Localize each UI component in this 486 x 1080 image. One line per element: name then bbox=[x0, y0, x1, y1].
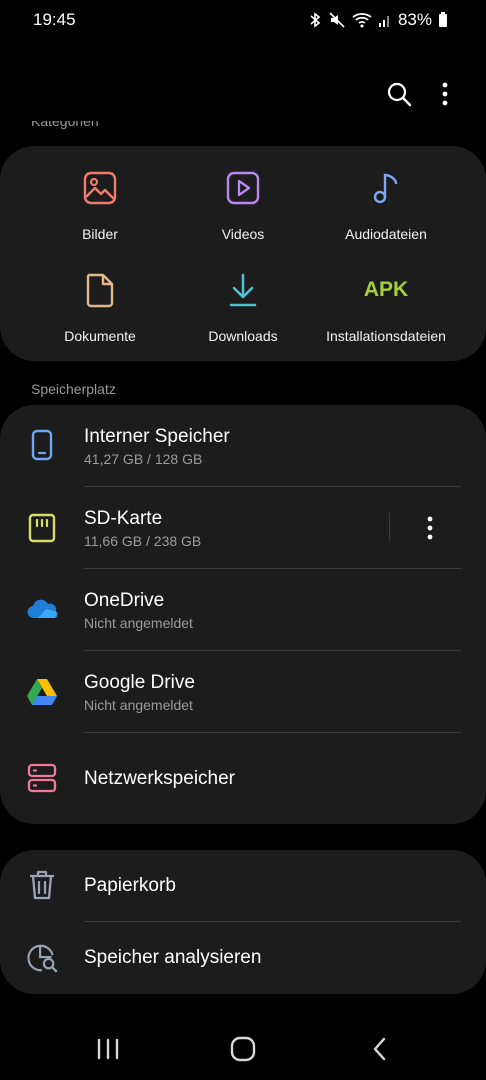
apk-icon: APK bbox=[363, 278, 409, 301]
status-icons: 83% bbox=[308, 10, 448, 30]
phone-icon bbox=[31, 429, 53, 461]
category-videos[interactable]: Videos bbox=[162, 168, 324, 242]
category-documents[interactable]: Dokumente bbox=[19, 270, 181, 344]
back-icon bbox=[373, 1037, 386, 1061]
storage-item-sd-card[interactable]: SD-Karte 11,66 GB / 238 GB bbox=[0, 487, 486, 569]
network-storage-icon bbox=[27, 763, 57, 793]
audio-icon bbox=[373, 173, 398, 204]
more-options-icon bbox=[427, 516, 433, 540]
category-label: Dokumente bbox=[64, 328, 136, 344]
search-button[interactable] bbox=[379, 74, 419, 114]
storage-status: Nicht angemeldet bbox=[84, 615, 193, 631]
tool-title: Speicher analysieren bbox=[84, 947, 262, 968]
document-icon bbox=[86, 273, 114, 308]
bluetooth-icon bbox=[310, 12, 321, 28]
signal-icon bbox=[378, 16, 389, 27]
storage-title: SD-Karte bbox=[84, 508, 163, 529]
category-audio[interactable]: Audiodateien bbox=[305, 168, 467, 242]
recent-apps-button[interactable] bbox=[83, 1029, 133, 1069]
storage-card: Interner Speicher 41,27 GB / 128 GB SD-K… bbox=[0, 405, 486, 824]
onedrive-icon bbox=[27, 599, 58, 619]
wifi-icon bbox=[352, 13, 372, 28]
battery-icon bbox=[439, 12, 447, 27]
storage-title: OneDrive bbox=[84, 590, 165, 611]
tool-item-analyze-storage[interactable]: Speicher analysieren bbox=[0, 922, 486, 994]
mute-icon bbox=[329, 12, 345, 28]
trash-icon bbox=[30, 870, 54, 900]
category-installation-files[interactable]: APK Installationsdateien bbox=[305, 270, 467, 344]
tools-card: Papierkorb Speicher analysieren bbox=[0, 850, 486, 994]
storage-status: Nicht angemeldet bbox=[84, 697, 193, 713]
battery-percent: 83% bbox=[397, 10, 432, 29]
categories-card: Bilder Videos Audiodateien Dokumente Dow… bbox=[0, 146, 486, 361]
tool-item-trash[interactable]: Papierkorb bbox=[0, 850, 486, 921]
image-icon bbox=[83, 171, 117, 205]
storage-item-google-drive[interactable]: Google Drive Nicht angemeldet bbox=[0, 651, 486, 733]
video-icon bbox=[226, 171, 260, 205]
home-button[interactable] bbox=[218, 1029, 268, 1069]
vertical-separator bbox=[389, 513, 390, 541]
category-images[interactable]: Bilder bbox=[19, 168, 181, 242]
sd-card-more-button[interactable] bbox=[410, 508, 450, 548]
category-label: Bilder bbox=[82, 226, 118, 242]
storage-title: Interner Speicher bbox=[84, 426, 230, 447]
category-label: Downloads bbox=[208, 328, 278, 344]
category-label: Audiodateien bbox=[345, 226, 427, 242]
home-icon bbox=[230, 1036, 256, 1062]
categories-header: Kategorien bbox=[31, 121, 99, 129]
storage-item-internal[interactable]: Interner Speicher 41,27 GB / 128 GB bbox=[0, 405, 486, 487]
back-button[interactable] bbox=[355, 1029, 405, 1069]
tool-title: Papierkorb bbox=[84, 875, 176, 896]
google-drive-icon bbox=[27, 679, 57, 705]
recent-apps-icon bbox=[97, 1038, 119, 1060]
category-label: Installationsdateien bbox=[326, 328, 446, 344]
storage-title: Google Drive bbox=[84, 672, 195, 693]
more-options-icon bbox=[442, 82, 448, 106]
category-downloads[interactable]: Downloads bbox=[162, 270, 324, 344]
download-icon bbox=[229, 273, 257, 307]
storage-item-onedrive[interactable]: OneDrive Nicht angemeldet bbox=[0, 569, 486, 651]
analyze-storage-icon bbox=[27, 944, 58, 973]
storage-item-network[interactable]: Netzwerkspeicher bbox=[0, 733, 486, 824]
storage-usage: 41,27 GB / 128 GB bbox=[84, 451, 203, 467]
storage-usage: 11,66 GB / 238 GB bbox=[84, 533, 202, 549]
storage-title: Netzwerkspeicher bbox=[84, 768, 235, 789]
sd-card-icon bbox=[28, 513, 56, 543]
search-icon bbox=[387, 82, 412, 107]
more-options-button[interactable] bbox=[425, 74, 465, 114]
storage-header: Speicherplatz bbox=[31, 381, 116, 397]
status-time: 19:45 bbox=[33, 10, 76, 29]
category-label: Videos bbox=[221, 226, 265, 242]
